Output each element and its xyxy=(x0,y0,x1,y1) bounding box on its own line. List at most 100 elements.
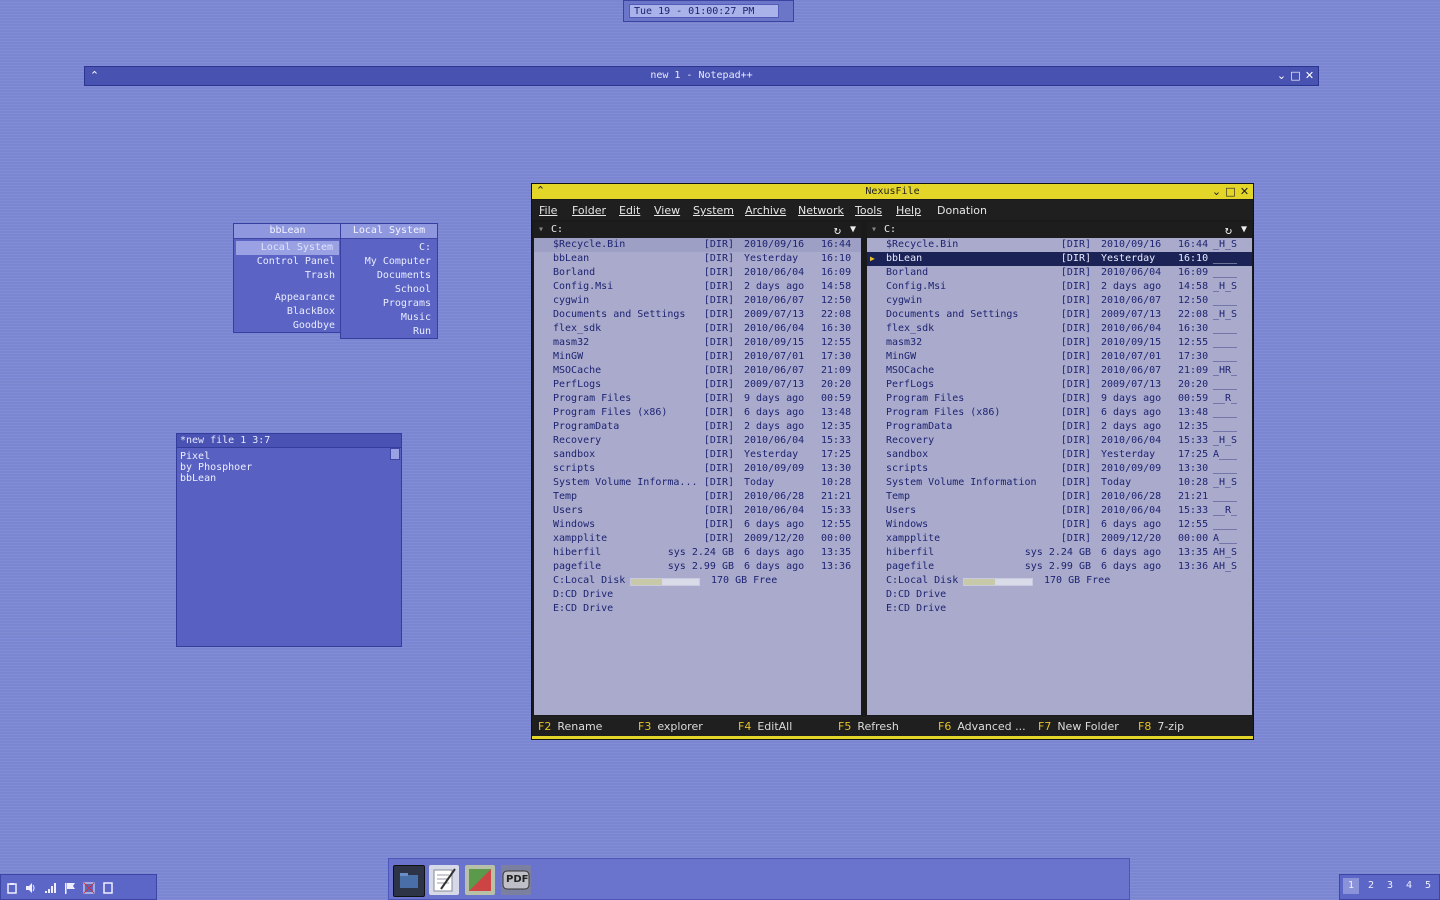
pdf-icon[interactable]: PDF xyxy=(501,865,531,895)
menu-item-school[interactable]: School xyxy=(341,283,437,297)
file-row[interactable]: xampplite [DIR] 2009/12/20 00:00 A___ xyxy=(867,532,1252,546)
file-row[interactable]: Users [DIR] 2010/06/04 15:33 __R_ xyxy=(867,504,1252,518)
menu-file[interactable]: File xyxy=(539,204,557,217)
menu-archive[interactable]: Archive xyxy=(745,204,786,217)
file-row[interactable]: hiberfil sys 2.24 GB 6 days ago 13:35 AH_S xyxy=(867,546,1252,560)
fkey-advanced[interactable]: F6 Advanced ... xyxy=(938,720,1026,733)
file-row[interactable]: hiberfil sys 2.24 GB 6 days ago 13:35 xyxy=(534,546,861,560)
menu-view[interactable]: View xyxy=(654,204,680,217)
maximize-icon[interactable]: □ xyxy=(1224,185,1237,198)
menu-item-documents[interactable]: Documents xyxy=(341,269,437,283)
menu-item-music[interactable]: Music xyxy=(341,311,437,325)
nexusfile-titlebar[interactable]: ⌃ NexusFile ⌄ □ ✕ xyxy=(532,184,1253,199)
file-row[interactable]: ▶ bbLean [DIR] Yesterday 16:10 ____ xyxy=(867,252,1252,266)
file-row[interactable]: PerfLogs [DIR] 2009/07/13 20:20 xyxy=(534,378,861,392)
file-manager-icon[interactable] xyxy=(393,865,425,897)
document-icon[interactable] xyxy=(102,882,114,894)
file-row[interactable]: Recovery [DIR] 2010/06/04 15:33 xyxy=(534,434,861,448)
notepad-icon[interactable] xyxy=(429,865,459,895)
file-row[interactable]: scripts [DIR] 2010/09/09 13:30 xyxy=(534,462,861,476)
editor-content[interactable]: Pixel by Phosphoer bbLean xyxy=(180,451,252,484)
shade-icon[interactable]: ⌃ xyxy=(534,184,547,197)
left-file-pane[interactable]: ▾ C: ↻ ▼ $Recycle.Bin [DIR] 2010/09/16 16:4… xyxy=(534,222,861,715)
file-row[interactable]: xampplite [DIR] 2009/12/20 00:00 xyxy=(534,532,861,546)
chevron-down-icon[interactable]: ▾ xyxy=(538,222,544,238)
file-row[interactable]: pagefile sys 2.99 GB 6 days ago 13:36 xyxy=(534,560,861,574)
file-row[interactable]: bbLean [DIR] Yesterday 16:10 xyxy=(534,252,861,266)
close-icon[interactable]: ✕ xyxy=(1238,185,1251,198)
editor-scrollbar[interactable] xyxy=(390,448,400,460)
signal-icon[interactable] xyxy=(44,882,56,894)
paint-icon[interactable] xyxy=(465,865,495,895)
file-row[interactable]: sandbox [DIR] Yesterday 17:25 xyxy=(534,448,861,462)
fkey-explorer[interactable]: F3 explorer xyxy=(638,720,703,733)
file-row[interactable]: masm32 [DIR] 2010/09/15 12:55 xyxy=(534,336,861,350)
drive-row[interactable]: D:CD Drive xyxy=(534,588,861,602)
drive-row[interactable]: E:CD Drive xyxy=(534,602,861,616)
menu-network[interactable]: Network xyxy=(798,204,844,217)
file-row[interactable]: Windows [DIR] 6 days ago 12:55 xyxy=(534,518,861,532)
file-row[interactable]: Windows [DIR] 6 days ago 12:55 ____ xyxy=(867,518,1252,532)
file-row[interactable]: Borland [DIR] 2010/06/04 16:09 xyxy=(534,266,861,280)
file-row[interactable]: cygwin [DIR] 2010/06/07 12:50 ____ xyxy=(867,294,1252,308)
file-row[interactable]: Documents and Settings [DIR] 2009/07/13 22:… xyxy=(867,308,1252,322)
menu-item-trash[interactable]: Trash xyxy=(234,269,341,283)
menu-tools[interactable]: Tools xyxy=(855,204,882,217)
file-row[interactable]: masm32 [DIR] 2010/09/15 12:55 ____ xyxy=(867,336,1252,350)
menu-item-local-system[interactable]: Local System xyxy=(236,241,339,255)
menu-item-drive-c[interactable]: C: xyxy=(341,241,437,255)
file-row[interactable]: MSOCache [DIR] 2010/06/07 21:09 xyxy=(534,364,861,378)
volume-icon[interactable] xyxy=(25,882,37,894)
drive-row[interactable]: E:CD Drive xyxy=(867,602,1252,616)
workspace-4[interactable]: 4 xyxy=(1406,880,1412,891)
minimize-icon[interactable]: ⌄ xyxy=(1210,185,1223,198)
file-row[interactable]: scripts [DIR] 2010/09/09 13:30 ____ xyxy=(867,462,1252,476)
left-path-bar[interactable]: ▾ C: ↻ ▼ xyxy=(534,222,861,238)
file-row[interactable]: sandbox [DIR] Yesterday 17:25 A___ xyxy=(867,448,1252,462)
workspace-3[interactable]: 3 xyxy=(1387,880,1393,891)
workspace-2[interactable]: 2 xyxy=(1368,880,1374,891)
fkey-7zip[interactable]: F8 7-zip xyxy=(1138,720,1184,733)
file-row[interactable]: Config.Msi [DIR] 2 days ago 14:58 xyxy=(534,280,861,294)
right-file-list[interactable]: $Recycle.Bin [DIR] 2010/09/16 16:44 _H_S ▶ bbL… xyxy=(867,238,1252,715)
editor-window[interactable]: *new file 1 3:7 Pixel by Phosphoer bbLea… xyxy=(176,433,402,647)
drive-row[interactable]: C:Local Disk 170 GB Free xyxy=(534,574,861,588)
dropdown-icon[interactable]: ▼ xyxy=(850,222,856,238)
file-row[interactable]: MinGW [DIR] 2010/07/01 17:30 ____ xyxy=(867,350,1252,364)
file-row[interactable]: flex_sdk [DIR] 2010/06/04 16:30 ____ xyxy=(867,322,1252,336)
fkey-new-folder[interactable]: F7 New Folder xyxy=(1038,720,1119,733)
fkey-refresh[interactable]: F5 Refresh xyxy=(838,720,899,733)
refresh-icon[interactable]: ↻ xyxy=(834,222,841,238)
file-row[interactable]: MSOCache [DIR] 2010/06/07 21:09 _HR_ xyxy=(867,364,1252,378)
flag-icon[interactable] xyxy=(64,882,76,894)
dropdown-icon[interactable]: ▼ xyxy=(1241,222,1247,238)
drive-row[interactable]: C:Local Disk 170 GB Free xyxy=(867,574,1252,588)
file-row[interactable]: ProgramData [DIR] 2 days ago 12:35 xyxy=(534,420,861,434)
maximize-icon[interactable]: □ xyxy=(1289,69,1302,82)
menu-item-blackbox[interactable]: BlackBox xyxy=(234,305,341,319)
file-row[interactable]: Config.Msi [DIR] 2 days ago 14:58 _H_S xyxy=(867,280,1252,294)
notepad-window-titlebar[interactable]: ⌃ new 1 - Notepad++ ⌄ □ ✕ xyxy=(84,66,1319,86)
menu-item-my-computer[interactable]: My Computer xyxy=(341,255,437,269)
file-row[interactable]: pagefile sys 2.99 GB 6 days ago 13:36 AH_S xyxy=(867,560,1252,574)
fkey-rename[interactable]: F2 Rename xyxy=(538,720,602,733)
file-row[interactable]: Temp [DIR] 2010/06/28 21:21 ____ xyxy=(867,490,1252,504)
menu-item-run[interactable]: Run xyxy=(341,325,437,339)
menu-edit[interactable]: Edit xyxy=(619,204,640,217)
refresh-icon[interactable]: ↻ xyxy=(1225,222,1232,238)
file-row[interactable]: Program Files [DIR] 9 days ago 00:59 xyxy=(534,392,861,406)
file-row[interactable]: flex_sdk [DIR] 2010/06/04 16:30 xyxy=(534,322,861,336)
menu-item-appearance[interactable]: Appearance xyxy=(234,291,341,305)
file-row[interactable]: Recovery [DIR] 2010/06/04 15:33 _H_S xyxy=(867,434,1252,448)
left-file-list[interactable]: $Recycle.Bin [DIR] 2010/09/16 16:44 bbLean [D… xyxy=(534,238,861,715)
file-row[interactable]: Program Files (x86) [DIR] 6 days ago 13:48 xyxy=(534,406,861,420)
file-row[interactable]: System Volume Informa... [DIR] Today 10:28 xyxy=(534,476,861,490)
menu-system[interactable]: System xyxy=(693,204,734,217)
menu-item-goodbye[interactable]: Goodbye xyxy=(234,319,341,333)
menu-item-control-panel[interactable]: Control Panel xyxy=(234,255,341,269)
file-row[interactable]: Program Files (x86) [DIR] 6 days ago 13:48 _… xyxy=(867,406,1252,420)
file-row[interactable]: PerfLogs [DIR] 2009/07/13 20:20 ____ xyxy=(867,378,1252,392)
close-icon[interactable]: ✕ xyxy=(1303,69,1316,82)
minimize-icon[interactable]: ⌄ xyxy=(1275,69,1288,82)
workspace-5[interactable]: 5 xyxy=(1425,880,1431,891)
